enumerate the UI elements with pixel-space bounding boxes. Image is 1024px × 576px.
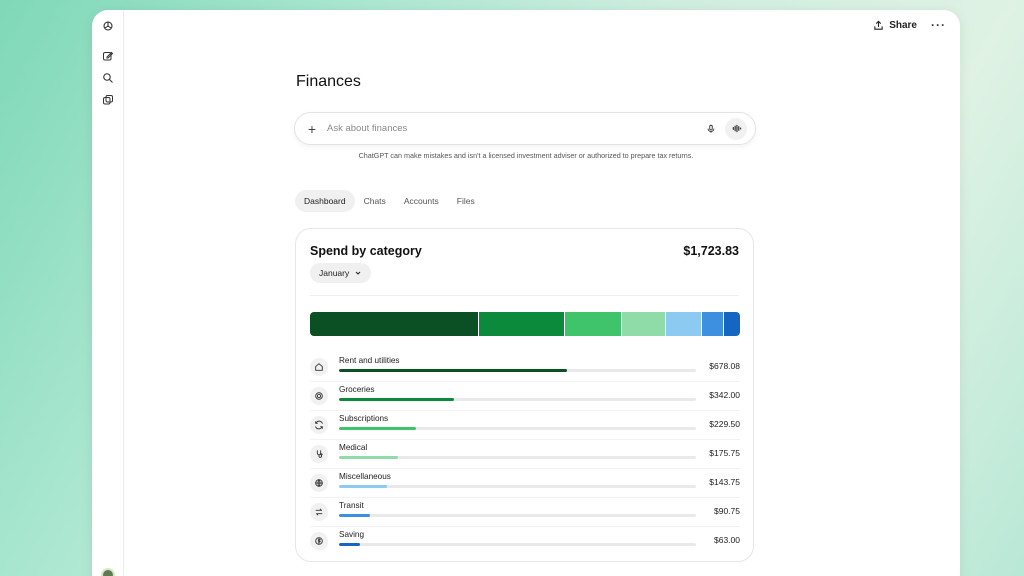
app-window: Share ··· Finances + ChatGPT can make mi… — [92, 10, 960, 576]
category-progress-fill — [339, 427, 417, 430]
tab-accounts[interactable]: Accounts — [395, 190, 448, 212]
add-attachment-icon[interactable]: + — [305, 121, 319, 137]
category-label: Medical — [339, 443, 368, 452]
category-progress-fill — [339, 398, 454, 401]
category-progress-fill — [339, 456, 399, 459]
category-label: Transit — [339, 501, 364, 510]
category-row[interactable]: Rent and utilities $678.08 — [310, 353, 740, 382]
tab-chats[interactable]: Chats — [355, 190, 395, 212]
disclaimer-text: ChatGPT can make mistakes and isn't a li… — [358, 151, 694, 160]
category-stacked-bar — [310, 312, 740, 336]
category-amount: $143.75 — [709, 477, 740, 487]
category-label: Subscriptions — [339, 414, 389, 423]
category-label: Saving — [339, 530, 365, 539]
openai-logo-icon[interactable] — [100, 18, 116, 34]
groceries-icon — [310, 387, 328, 405]
category-progress-track — [339, 485, 696, 488]
refresh-icon — [310, 416, 328, 434]
tab-bar: Dashboard Chats Accounts Files — [295, 190, 484, 212]
chevron-down-icon — [355, 271, 361, 275]
category-row[interactable]: Medical $175.75 — [310, 440, 740, 469]
library-icon[interactable] — [100, 92, 116, 108]
category-progress-fill — [339, 369, 567, 372]
category-progress-track — [339, 514, 696, 517]
month-dropdown[interactable]: January — [310, 263, 372, 283]
ask-input[interactable] — [327, 123, 703, 134]
page-title: Finances — [296, 73, 361, 90]
spend-by-category-card: Spend by category $1,723.83 January Rent… — [295, 228, 754, 562]
category-progress-track — [339, 427, 696, 430]
category-amount: $342.00 — [709, 390, 740, 400]
month-label: January — [319, 268, 350, 278]
category-row[interactable]: Groceries $342.00 — [310, 382, 740, 411]
stacked-bar-segment — [564, 312, 622, 336]
category-amount: $175.75 — [709, 448, 740, 458]
ask-bar: + — [294, 112, 756, 145]
share-button[interactable]: Share — [873, 20, 917, 31]
total-spend: $1,723.83 — [683, 244, 739, 258]
dollar-icon — [310, 532, 328, 550]
category-row[interactable]: Subscriptions $229.50 — [310, 411, 740, 440]
topbar: Share ··· — [873, 18, 946, 32]
sidebar-rail — [92, 10, 124, 576]
avatar[interactable] — [101, 568, 115, 576]
stacked-bar-segment — [665, 312, 702, 336]
category-label: Groceries — [339, 385, 375, 394]
stacked-bar-segment — [310, 312, 480, 336]
category-row[interactable]: Transit $90.75 — [310, 498, 740, 527]
new-chat-icon[interactable] — [100, 48, 116, 64]
category-progress-track — [339, 369, 696, 372]
transfer-icon — [310, 503, 328, 521]
category-row[interactable]: Saving $63.00 — [310, 527, 740, 556]
stacked-bar-segment — [621, 312, 666, 336]
category-amount: $229.50 — [709, 419, 740, 429]
category-label: Rent and utilities — [339, 356, 400, 365]
search-icon[interactable] — [100, 70, 116, 86]
category-list: Rent and utilities $678.08 Groceries $342.0… — [310, 353, 740, 556]
tab-dashboard[interactable]: Dashboard — [295, 190, 355, 212]
microphone-icon[interactable] — [703, 121, 719, 137]
category-amount: $678.08 — [709, 361, 740, 371]
category-progress-track — [339, 398, 696, 401]
more-options-icon[interactable]: ··· — [931, 18, 946, 32]
stacked-bar-segment — [724, 312, 740, 336]
share-icon — [874, 20, 883, 30]
category-amount: $63.00 — [714, 535, 740, 545]
category-row[interactable]: Miscellaneous $143.75 — [310, 469, 740, 498]
category-progress-track — [339, 543, 696, 546]
stacked-bar-segment — [701, 312, 725, 336]
home-icon — [310, 358, 328, 376]
voice-mode-icon[interactable] — [725, 117, 747, 140]
medical-icon — [310, 445, 328, 463]
share-label: Share — [889, 19, 917, 31]
category-progress-fill — [339, 514, 370, 517]
category-progress-fill — [339, 543, 361, 546]
category-amount: $90.75 — [714, 506, 740, 516]
globe-icon — [310, 474, 328, 492]
tab-files[interactable]: Files — [448, 190, 484, 212]
category-progress-track — [339, 456, 696, 459]
divider — [310, 295, 739, 296]
category-label: Miscellaneous — [339, 472, 391, 481]
stacked-bar-segment — [479, 312, 565, 336]
category-progress-fill — [339, 485, 388, 488]
card-title: Spend by category — [310, 244, 422, 258]
